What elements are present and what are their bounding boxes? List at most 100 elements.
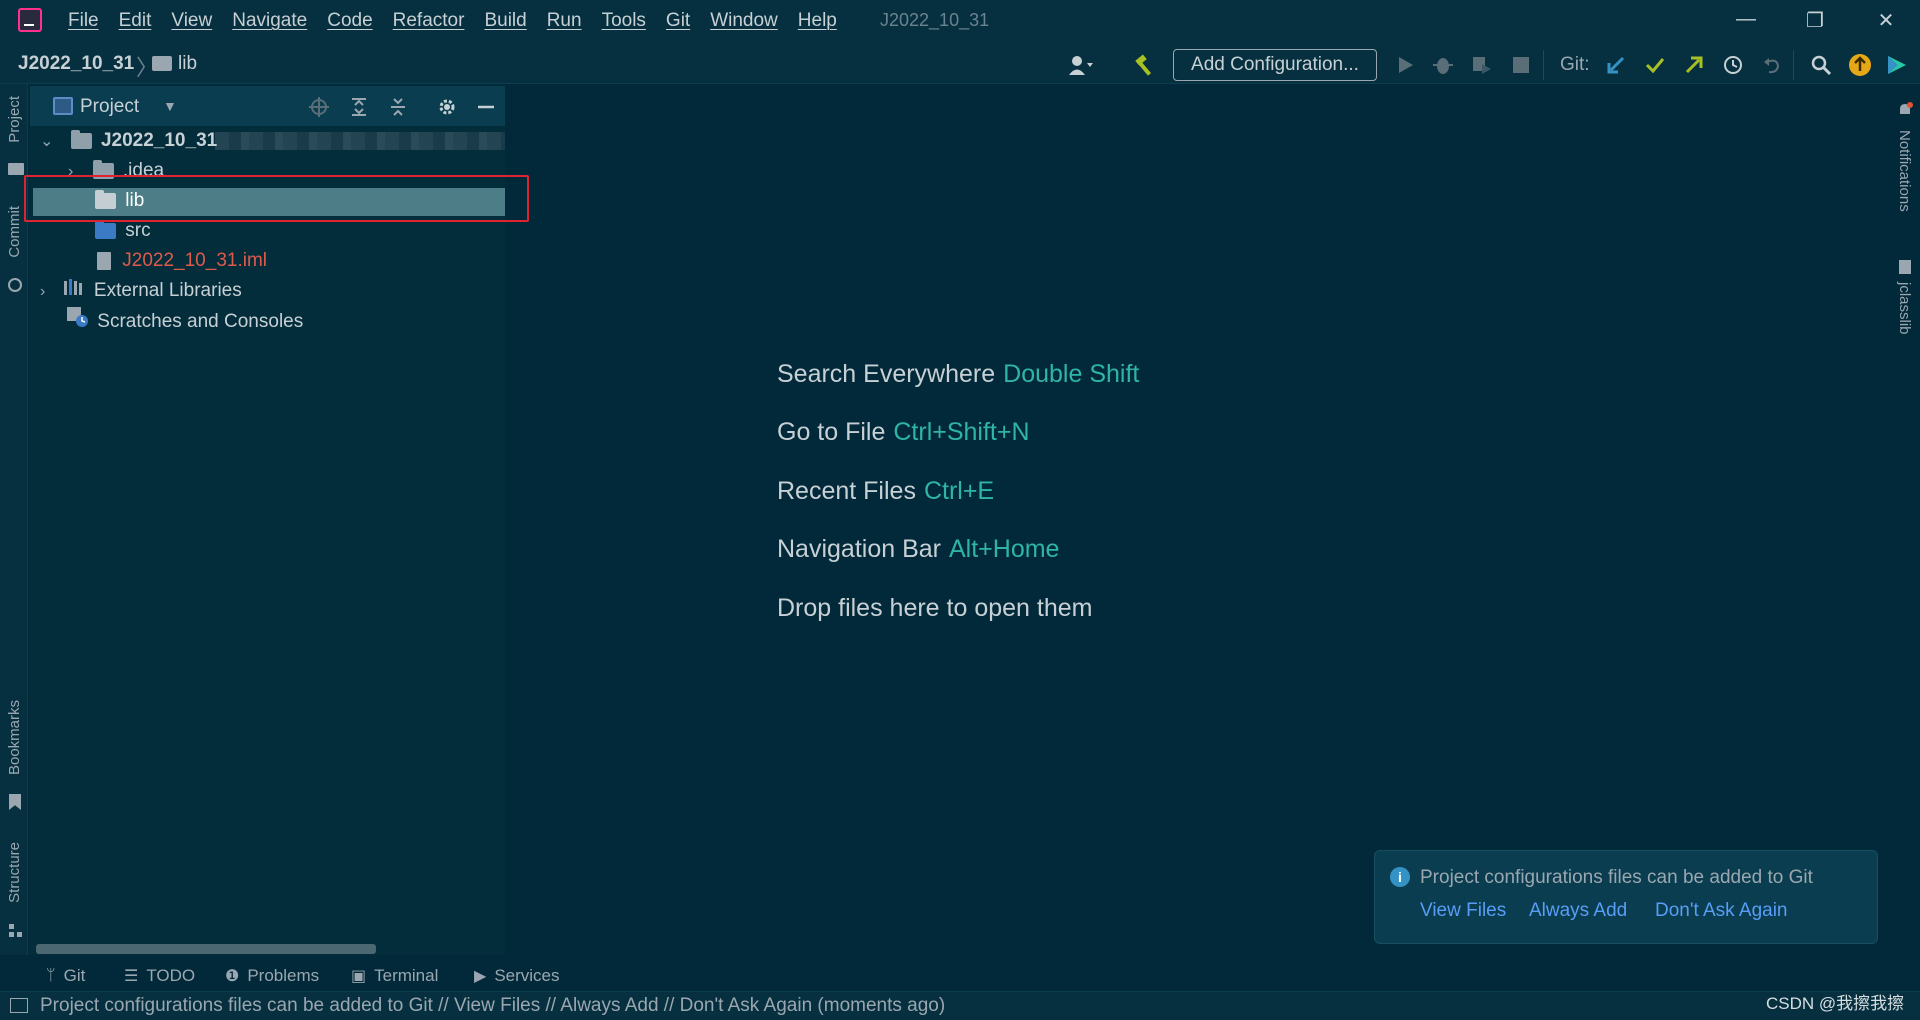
git-label: Git: xyxy=(1560,54,1590,75)
iml-file-icon xyxy=(97,251,111,270)
stop-icon[interactable] xyxy=(1508,52,1534,78)
tool-tab-git[interactable]: ᛘ Git xyxy=(46,966,85,986)
minimize-button[interactable]: — xyxy=(1726,8,1766,34)
menu-run[interactable]: Run xyxy=(547,10,582,32)
terminal-icon: ▣ xyxy=(351,968,367,985)
menu-help[interactable]: Help xyxy=(798,10,837,32)
horizontal-scrollbar[interactable] xyxy=(36,944,376,954)
menu-window[interactable]: Window xyxy=(710,10,778,32)
history-clock-icon[interactable] xyxy=(1720,52,1746,78)
tool-tab-notifications[interactable]: Notifications xyxy=(1896,130,1913,212)
menu-code[interactable]: Code xyxy=(327,10,372,32)
jclasslib-icon xyxy=(1899,260,1911,274)
chevron-right-icon[interactable]: › xyxy=(40,283,45,300)
menu-view[interactable]: View xyxy=(171,10,212,32)
tree-label-scratches: Scratches and Consoles xyxy=(97,311,304,333)
collapse-all-icon[interactable] xyxy=(386,96,410,118)
menu-edit[interactable]: Edit xyxy=(119,10,152,32)
highlight-annotation-box xyxy=(24,175,529,222)
view-files-link[interactable]: View Files xyxy=(1420,900,1506,922)
chevron-down-icon[interactable]: ▼ xyxy=(163,98,177,114)
coverage-icon[interactable] xyxy=(1468,52,1494,78)
project-view-icon xyxy=(53,97,73,115)
hint-shortcut: Double Shift xyxy=(1003,360,1140,388)
tree-label-src: src xyxy=(125,220,151,241)
git-update-icon[interactable] xyxy=(1603,52,1629,78)
structure-icon xyxy=(9,922,23,937)
folder-icon xyxy=(152,56,172,71)
git-commit-check-icon[interactable] xyxy=(1642,52,1668,78)
hint-shortcut: Ctrl+E xyxy=(923,477,995,505)
close-button[interactable]: ✕ xyxy=(1866,8,1906,34)
status-message[interactable]: Project configurations files can be adde… xyxy=(40,995,945,1017)
toggle-tool-windows-icon[interactable] xyxy=(10,998,28,1013)
restore-button[interactable]: ❐ xyxy=(1795,8,1835,34)
tool-tab-project[interactable]: Project xyxy=(6,96,23,143)
navigation-bar xyxy=(0,44,1920,84)
hint-shortcut: Ctrl+Shift+N xyxy=(893,418,1030,446)
menu-git[interactable]: Git xyxy=(666,10,690,32)
menu-build[interactable]: Build xyxy=(484,10,526,32)
tool-tab-bookmarks[interactable]: Bookmarks xyxy=(6,700,23,775)
toolbar-separator xyxy=(1543,50,1544,80)
tab-label: Services xyxy=(494,966,560,985)
menu-navigate[interactable]: Navigate xyxy=(232,10,307,32)
hint-label: Go to File xyxy=(777,418,886,446)
tool-tab-todo[interactable]: ☰ TODO xyxy=(124,966,195,986)
ide-update-icon[interactable] xyxy=(1847,52,1873,78)
tab-label: TODO xyxy=(146,966,196,985)
breadcrumb-lib[interactable]: lib xyxy=(178,53,197,75)
breadcrumb-project[interactable]: J2022_10_31 xyxy=(18,53,134,75)
gear-icon[interactable] xyxy=(435,96,459,118)
project-view-selector[interactable]: Project xyxy=(80,96,139,118)
intellij-logo-icon[interactable] xyxy=(18,8,42,32)
plugin-logo-icon[interactable] xyxy=(1884,52,1910,78)
expand-all-icon[interactable] xyxy=(347,96,371,118)
hint-label: Navigation Bar xyxy=(777,535,941,563)
tool-tab-problems[interactable]: ❶ Problems xyxy=(225,966,319,986)
tree-label-external: External Libraries xyxy=(93,280,242,302)
tree-item-iml[interactable]: J2022_10_31.iml xyxy=(97,246,267,276)
dont-ask-again-link[interactable]: Don't Ask Again xyxy=(1655,900,1788,922)
run-icon[interactable] xyxy=(1392,52,1418,78)
tree-item-scratches[interactable]: Scratches and Consoles xyxy=(66,306,303,336)
always-add-link[interactable]: Always Add xyxy=(1529,900,1627,922)
hint-label: Recent Files xyxy=(777,477,916,505)
window-title: J2022_10_31 xyxy=(880,10,990,30)
tool-tab-terminal[interactable]: ▣ Terminal xyxy=(351,966,438,986)
tool-tab-structure[interactable]: Structure xyxy=(6,842,23,903)
main-menu: File Edit View Navigate Code Refactor Bu… xyxy=(68,10,837,32)
tree-item-external-libraries[interactable]: › External Libraries xyxy=(40,276,242,306)
toolbar-separator xyxy=(1793,50,1794,80)
tree-item-root[interactable]: ⌄ J2022_10_31 xyxy=(40,126,217,156)
problems-icon: ❶ xyxy=(225,968,240,985)
add-configuration-button[interactable]: Add Configuration... xyxy=(1173,49,1377,81)
rollback-icon[interactable] xyxy=(1759,52,1785,78)
hide-panel-icon[interactable] xyxy=(474,96,498,118)
user-profile-icon[interactable] xyxy=(1068,52,1094,78)
search-icon[interactable] xyxy=(1808,52,1834,78)
git-push-icon[interactable] xyxy=(1681,52,1707,78)
info-icon: i xyxy=(1390,867,1410,887)
csdn-watermark: CSDN @我擦我擦 xyxy=(1766,994,1905,1013)
tool-tab-services[interactable]: ▶ Services xyxy=(474,966,560,986)
build-hammer-icon[interactable] xyxy=(1132,52,1158,78)
chevron-down-icon[interactable]: ⌄ xyxy=(40,133,53,150)
menu-file[interactable]: File xyxy=(68,10,99,32)
module-folder-icon xyxy=(70,129,92,149)
menu-tools[interactable]: Tools xyxy=(602,10,646,32)
notifications-bell-icon[interactable] xyxy=(1897,102,1913,118)
locate-file-icon[interactable] xyxy=(307,96,331,118)
menu-refactor[interactable]: Refactor xyxy=(393,10,465,32)
hint-shortcut: Alt+Home xyxy=(948,535,1060,563)
scratches-icon xyxy=(66,306,90,338)
tool-tab-jclasslib[interactable]: jclasslib xyxy=(1896,282,1913,335)
tree-label-iml: J2022_10_31.iml xyxy=(122,250,267,271)
hint-label: Search Everywhere xyxy=(777,360,996,388)
hint-recent-files: Recent Files Ctrl+E xyxy=(777,477,994,506)
hint-search-everywhere: Search Everywhere Double Shift xyxy=(777,360,1139,389)
debug-icon[interactable] xyxy=(1430,52,1456,78)
source-folder-icon xyxy=(95,219,116,239)
tool-tab-commit[interactable]: Commit xyxy=(6,206,23,258)
git-branch-icon: ᛘ xyxy=(46,967,56,984)
